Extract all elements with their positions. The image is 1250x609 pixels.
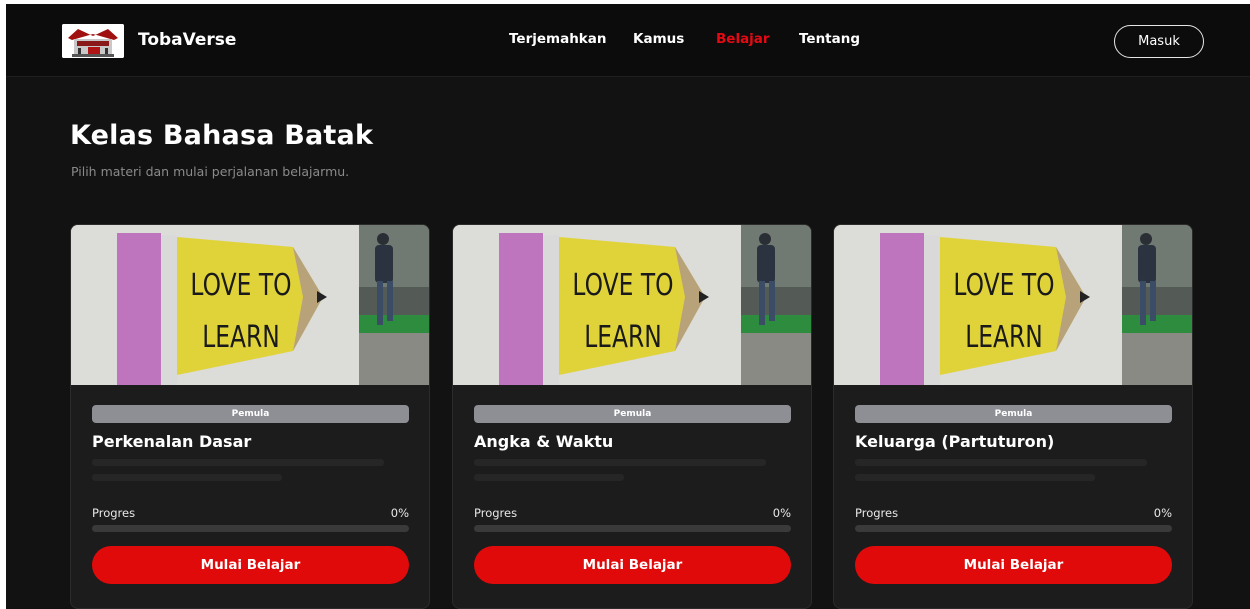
course-title: Angka & Waktu xyxy=(474,432,614,451)
progress-bar xyxy=(474,525,791,532)
image-text-top: LOVE TO xyxy=(190,268,291,303)
image-text-bottom: LEARN xyxy=(202,320,280,355)
nav-link-tentang[interactable]: Tentang xyxy=(799,31,860,47)
start-learning-button[interactable]: Mulai Belajar xyxy=(92,546,409,584)
course-title: Keluarga (Partuturon) xyxy=(855,432,1055,451)
start-learning-button[interactable]: Mulai Belajar xyxy=(474,546,791,584)
page-subtitle: Pilih materi dan mulai perjalanan belaja… xyxy=(71,164,350,179)
course-card-keluarga[interactable]: LOVE TO LEARN Pemula Keluarga (Partuturo… xyxy=(833,224,1193,609)
image-text-bottom: LEARN xyxy=(965,320,1043,355)
image-text-bottom: LEARN xyxy=(584,320,662,355)
nav-link-kamus[interactable]: Kamus xyxy=(633,31,684,47)
course-title: Perkenalan Dasar xyxy=(92,432,252,451)
level-badge: Pemula xyxy=(474,405,791,423)
nav-links: Terjemahkan Kamus Belajar Tentang xyxy=(6,31,1250,51)
navbar: TobaVerse Terjemahkan Kamus Belajar Tent… xyxy=(6,4,1250,77)
level-badge: Pemula xyxy=(92,405,409,423)
progress-label: Progres xyxy=(92,506,136,520)
course-image: LOVE TO LEARN xyxy=(834,225,1192,385)
course-description-placeholder xyxy=(474,459,774,489)
course-image: LOVE TO LEARN xyxy=(71,225,429,385)
progress-bar xyxy=(92,525,409,532)
progress-bar xyxy=(855,525,1172,532)
course-card-angka-waktu[interactable]: LOVE TO LEARN Pemula Angka & Waktu Progr… xyxy=(452,224,812,609)
level-badge: Pemula xyxy=(855,405,1172,423)
course-description-placeholder xyxy=(92,459,392,489)
page-title: Kelas Bahasa Batak xyxy=(70,120,374,151)
course-image: LOVE TO LEARN xyxy=(453,225,811,385)
nav-link-terjemahkan[interactable]: Terjemahkan xyxy=(509,31,607,47)
course-description-placeholder xyxy=(855,459,1155,489)
progress-label: Progres xyxy=(855,506,899,520)
progress-value: 0% xyxy=(1153,506,1172,520)
start-learning-button[interactable]: Mulai Belajar xyxy=(855,546,1172,584)
progress-value: 0% xyxy=(772,506,791,520)
course-card-perkenalan-dasar[interactable]: LOVE TO LEARN Pemula Perkenalan Dasar Pr… xyxy=(70,224,430,609)
progress-value: 0% xyxy=(390,506,409,520)
app-frame: TobaVerse Terjemahkan Kamus Belajar Tent… xyxy=(6,4,1250,609)
nav-link-belajar[interactable]: Belajar xyxy=(716,31,770,47)
image-text-top: LOVE TO xyxy=(953,268,1054,303)
login-button[interactable]: Masuk xyxy=(1114,25,1204,58)
progress-label: Progres xyxy=(474,506,518,520)
image-text-top: LOVE TO xyxy=(572,268,673,303)
